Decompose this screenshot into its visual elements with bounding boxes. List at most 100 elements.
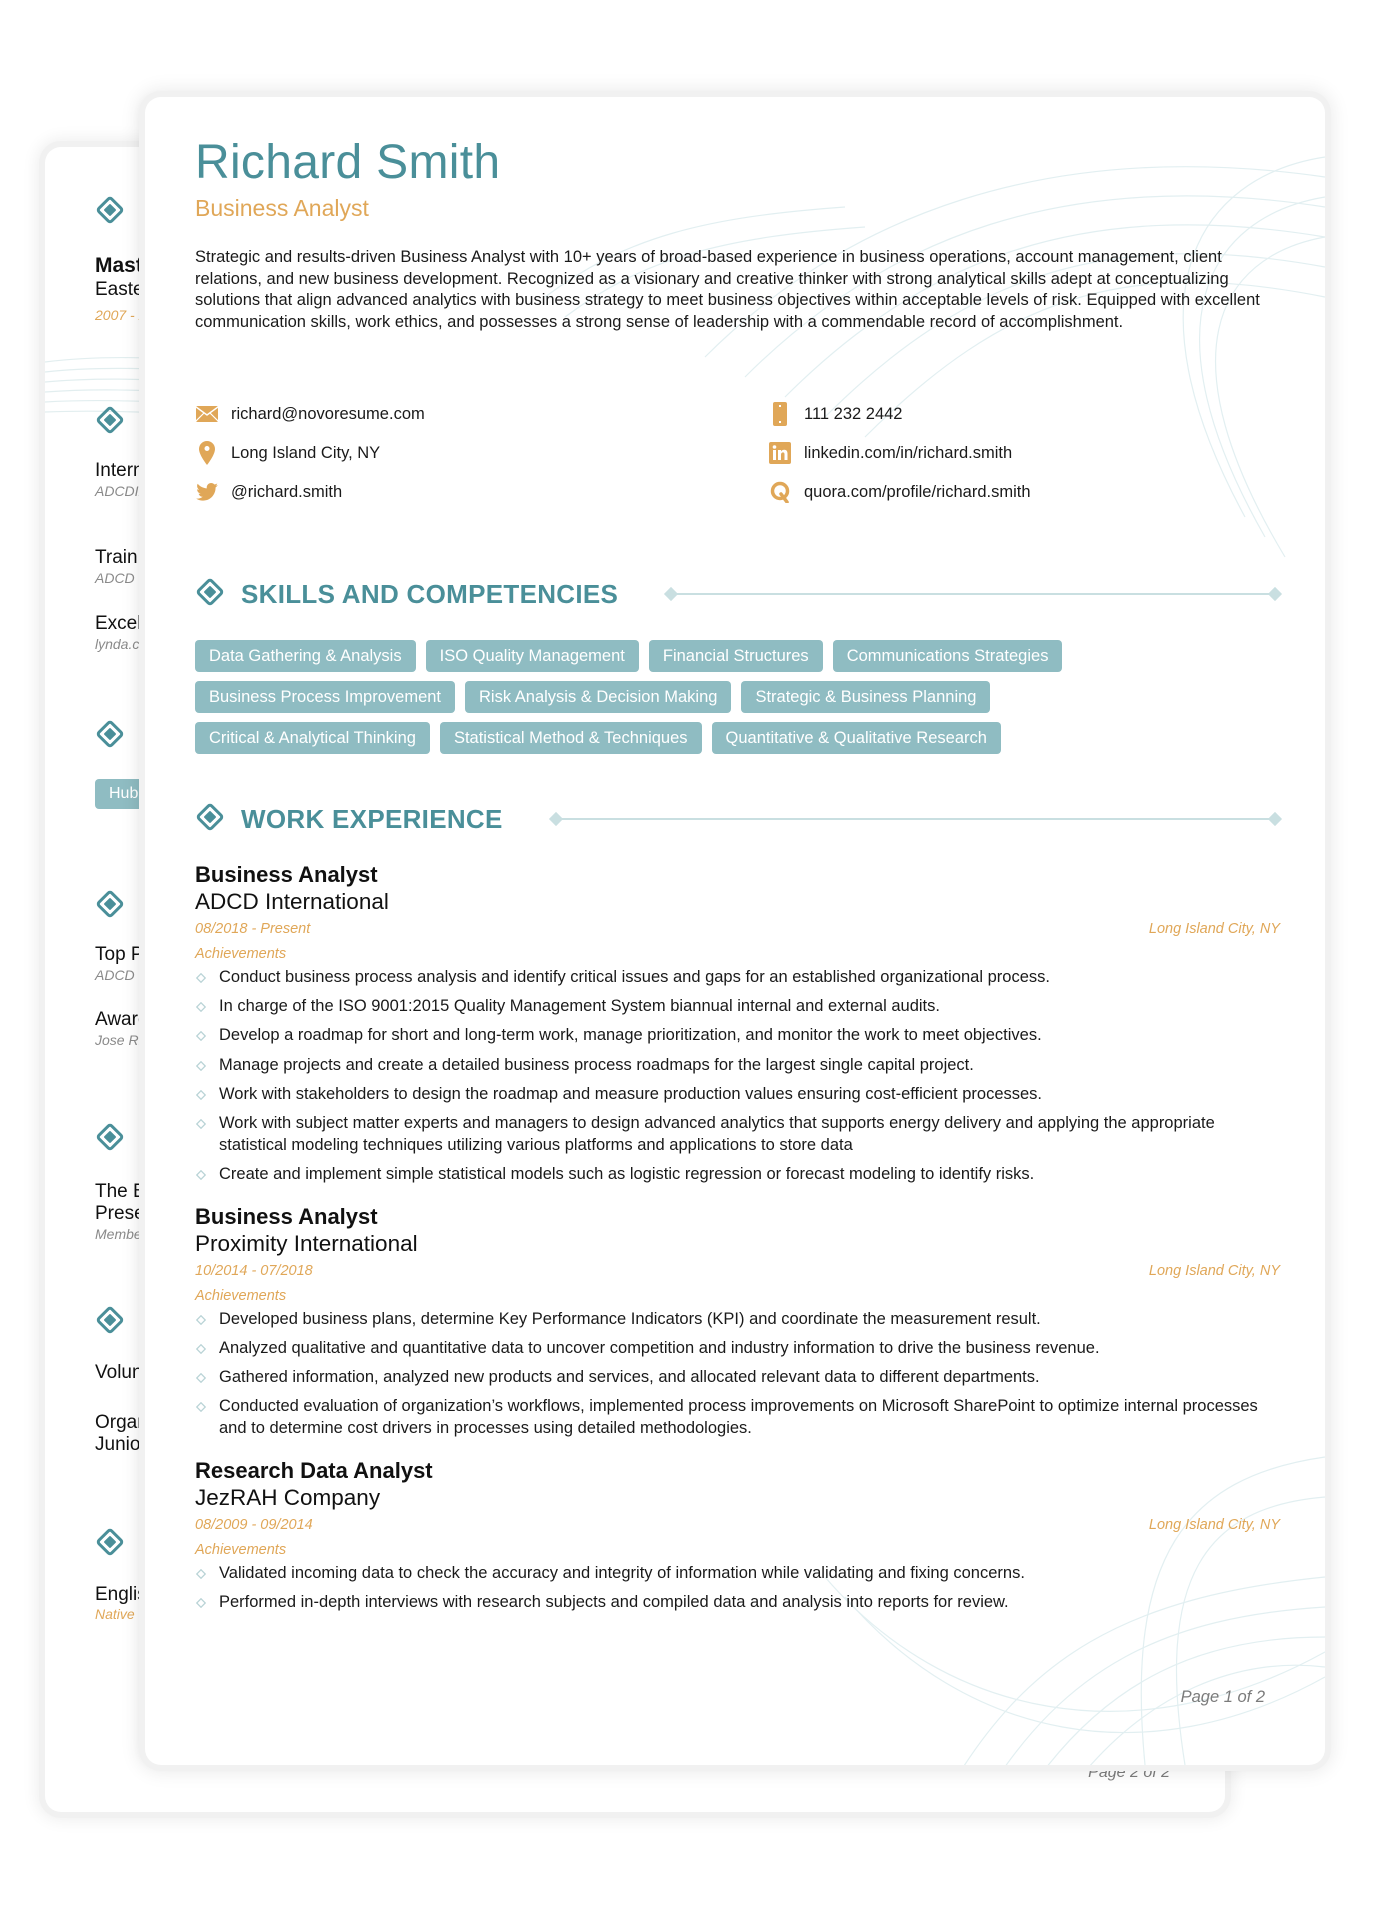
page-2-title-text: Train t <box>95 547 149 568</box>
page-2-sub-text: ADCD I <box>95 570 143 586</box>
page-2-entry: Jose Ri <box>95 1031 142 1050</box>
page-2-entry: Excel <box>95 613 141 635</box>
achievement-item: Developed business plans, determine Key … <box>195 1309 1280 1331</box>
achievement-text: Work with subject matter experts and man… <box>219 1114 1215 1154</box>
page-2-title-text: Award <box>95 1009 149 1030</box>
skills-list: Data Gathering & Analysis ISO Quality Man… <box>195 640 1280 763</box>
achievements-list: Conduct business process analysis and id… <box>195 967 1280 1186</box>
page-2-entry: Intern <box>95 460 144 482</box>
page-2-title-text: The B <box>95 1181 146 1202</box>
skill-tag: Data Gathering & Analysis <box>195 640 416 672</box>
skill-row: Critical & Analytical Thinking Statistica… <box>195 722 1280 754</box>
contact-quora[interactable]: quora.com/profile/richard.smith <box>768 480 1031 504</box>
job-meta: 08/2018 - Present Long Island City, NY <box>195 920 1280 939</box>
skills-section-header: SKILLS AND COMPETENCIES <box>195 576 1283 612</box>
twitter-icon <box>195 480 219 504</box>
achievement-item: Conduct business process analysis and id… <box>195 967 1280 989</box>
contact-linkedin-text: linkedin.com/in/richard.smith <box>804 443 1013 462</box>
page-2-sub-text: ADCDIn <box>95 483 147 499</box>
achievement-item: Manage projects and create a detailed bu… <box>195 1055 1280 1077</box>
page-2-entry: 2007 - 2 <box>95 307 146 325</box>
achievement-item: Create and implement simple statistical … <box>195 1164 1280 1186</box>
diamond-icon <box>95 1305 125 1340</box>
achievement-item: Validated incoming data to check the acc… <box>195 1563 1280 1585</box>
section-divider <box>548 811 1283 827</box>
job-meta: 10/2014 - 07/2018 Long Island City, NY <box>195 1262 1280 1281</box>
page-2-entry: lynda.c <box>95 635 139 654</box>
candidate-role: Business Analyst <box>195 195 369 221</box>
achievement-text: Gathered information, analyzed new produ… <box>219 1368 1040 1387</box>
page-2-title-text: Intern <box>95 460 144 481</box>
skill-tag: Quantitative & Qualitative Research <box>711 722 1001 754</box>
page-2-entry: ADCD I <box>95 569 142 588</box>
location-icon <box>195 441 219 465</box>
page-2-entry: ADCD I <box>95 966 142 985</box>
job-location: Long Island City, NY <box>1148 1262 1280 1279</box>
quora-icon <box>768 480 792 504</box>
contact-phone[interactable]: 111 232 2442 <box>768 402 902 426</box>
page-2-entry: Train t <box>95 547 148 569</box>
page-2-entry: Prese <box>95 1203 145 1225</box>
job-company: Proximity International <box>195 1230 418 1256</box>
page-2-sub-text: Jose Ri <box>95 1032 142 1048</box>
achievement-text: Develop a roadmap for short and long-ter… <box>219 1026 1042 1045</box>
achievement-text: Manage projects and create a detailed bu… <box>219 1055 974 1074</box>
page-2-entry: Junio <box>95 1434 140 1456</box>
page-2-title-text: Easte <box>95 279 144 300</box>
achievement-text: Performed in-depth interviews with resea… <box>219 1592 1009 1611</box>
achievement-item: In charge of the ISO 9001:2015 Quality M… <box>195 996 1280 1018</box>
achievements-list: Validated incoming data to check the acc… <box>195 1563 1280 1614</box>
skill-tag: Critical & Analytical Thinking <box>195 722 430 754</box>
achievement-item: Conducted evaluation of organization’s w… <box>195 1396 1280 1439</box>
achievements-label: Achievements <box>195 1541 287 1558</box>
achievement-text: Create and implement simple statistical … <box>219 1164 1035 1183</box>
skill-tag: Strategic & Business Planning <box>741 681 991 713</box>
page-2-entry: Award <box>95 1009 149 1031</box>
job-dates: 10/2014 - 07/2018 <box>195 1262 313 1279</box>
page-2-entry: Native o <box>95 1606 146 1624</box>
skill-tag: Business Process Improvement <box>195 681 456 713</box>
contact-email[interactable]: richard@novoresume.com <box>195 402 425 426</box>
achievements-label: Achievements <box>195 946 287 962</box>
diamond-icon <box>195 577 225 612</box>
diamond-icon <box>95 1122 125 1157</box>
achievement-text: Conduct business process analysis and id… <box>219 968 1050 986</box>
page-2-title-text: Top P <box>95 944 144 965</box>
diamond-icon <box>95 719 125 754</box>
job-company: JezRAH Company <box>195 1484 381 1510</box>
achievement-text: Conducted evaluation of organization’s w… <box>219 1397 1258 1437</box>
page-2-entry: The B <box>95 1181 146 1203</box>
achievement-item: Work with subject matter experts and man… <box>195 1113 1280 1156</box>
skill-row: Business Process Improvement Risk Analysi… <box>195 681 1280 713</box>
skill-tag: Financial Structures <box>648 640 823 672</box>
job-title: Research Data Analyst <box>195 1457 433 1483</box>
achievement-text: In charge of the ISO 9001:2015 Quality M… <box>219 997 940 1016</box>
job-entry: Research Data Analyst JezRAH Company 08/20… <box>195 1458 1280 1614</box>
page-2-title-text: Excel <box>95 613 142 634</box>
work-section-header: WORK EXPERIENCE <box>195 801 1283 837</box>
page-2-sub-text: lynda.c <box>95 636 140 652</box>
page-2-title-text: Organ <box>95 1412 148 1433</box>
job-entry: Business Analyst Proximity International 1… <box>195 1204 1280 1440</box>
job-dates: 08/2009 - 09/2014 <box>195 1516 313 1533</box>
skill-tag: Statistical Method & Techniques <box>439 722 702 754</box>
page-2-entry: Volun <box>95 1362 143 1384</box>
page-2-date-text: 2007 - 2 <box>95 307 147 323</box>
page-2-bold-text: Mast <box>95 254 143 277</box>
job-company: ADCD International <box>195 889 389 914</box>
resume-page-1: Richard Smith Business Analyst Strategic… <box>145 97 1325 1765</box>
page-2-entry: Top P <box>95 944 144 966</box>
contact-email-text: richard@novoresume.com <box>231 404 425 423</box>
contact-twitter[interactable]: @richard.smith <box>195 480 342 504</box>
work-section-title: WORK EXPERIENCE <box>241 803 503 834</box>
skills-section-title: SKILLS AND COMPETENCIES <box>241 578 619 609</box>
job-title: Business Analyst <box>195 862 378 887</box>
contact-linkedin[interactable]: linkedin.com/in/richard.smith <box>768 441 1012 465</box>
page-2-label: Page 2 of 2 <box>1088 1764 1170 1781</box>
work-experience-list: Business Analyst ADCD International 08/201… <box>195 862 1280 1632</box>
page-2-title-text: Junio <box>95 1434 141 1455</box>
diamond-icon <box>95 405 125 440</box>
page-2-entry: ADCDIn <box>95 482 146 501</box>
page-2-title-text: Prese <box>95 1203 145 1224</box>
diamond-icon <box>195 802 225 837</box>
